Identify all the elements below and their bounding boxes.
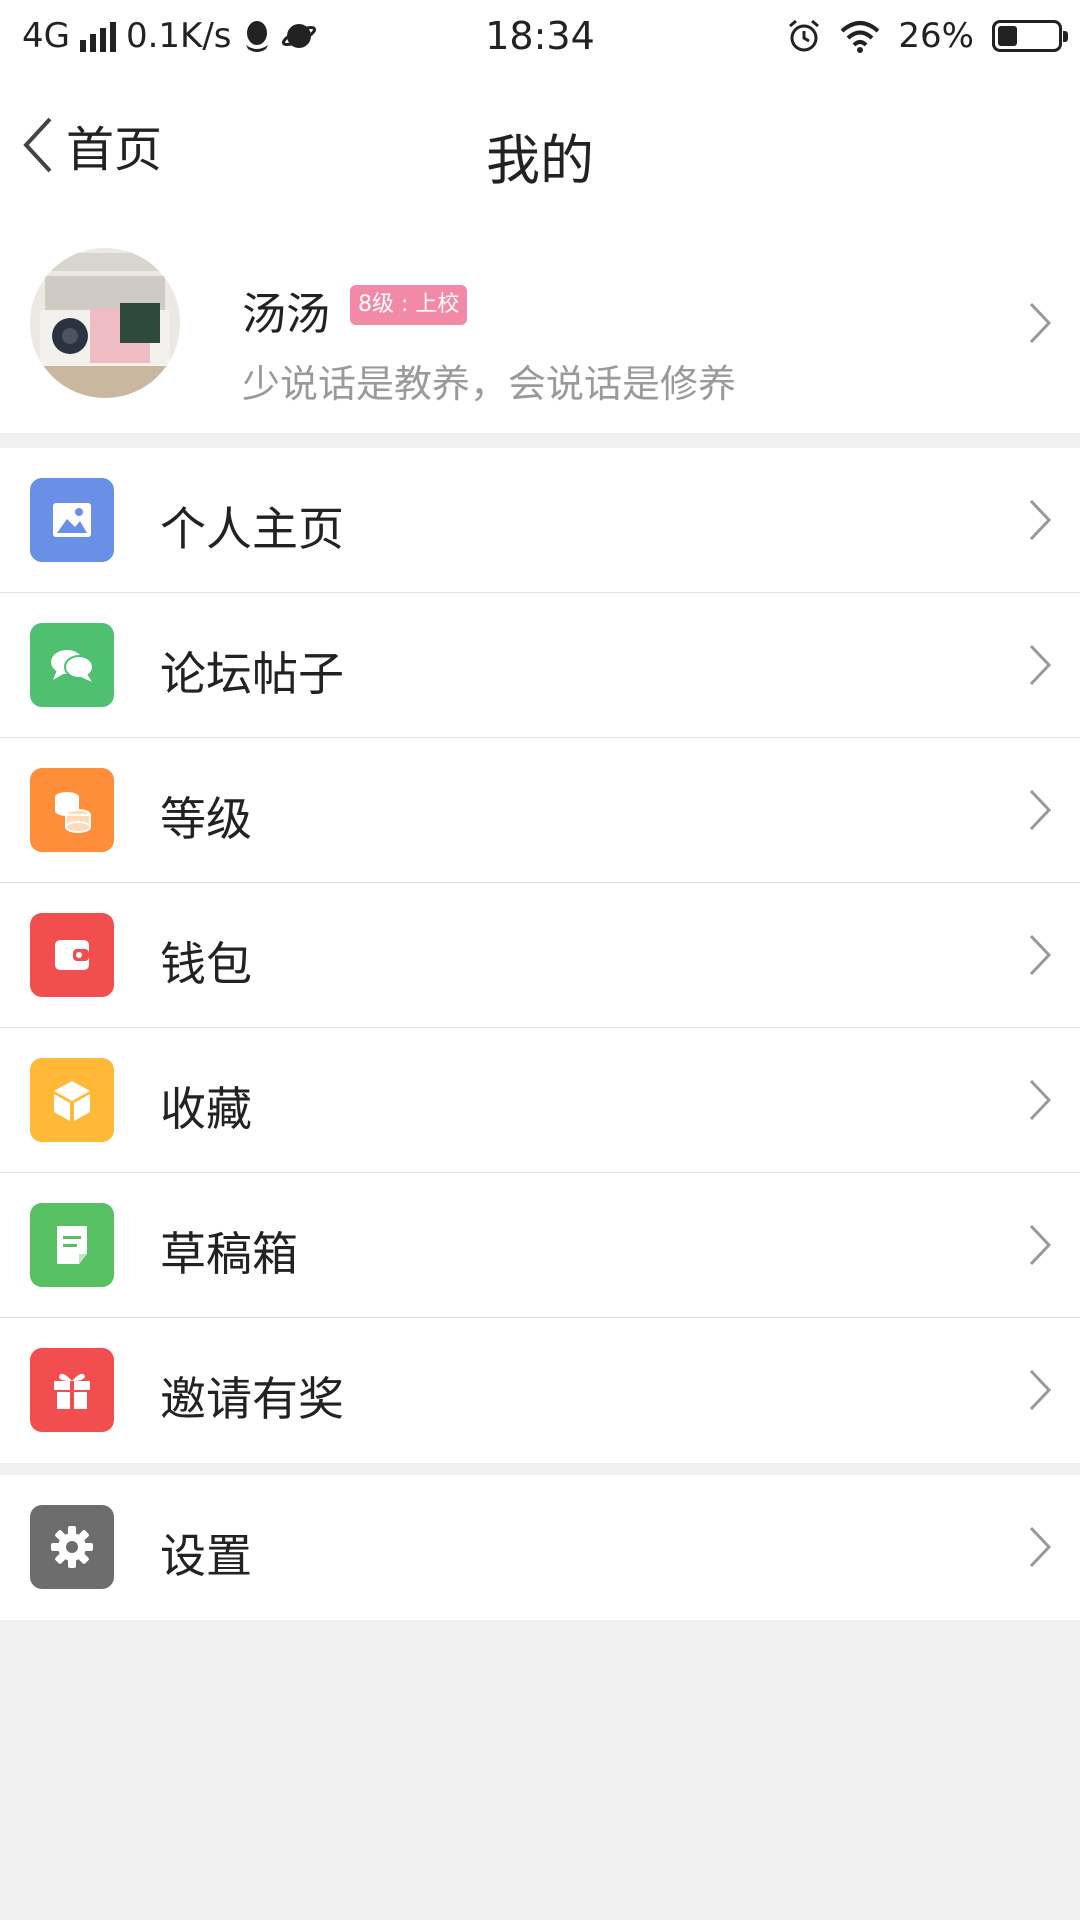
menu-label: 个人主页 xyxy=(160,502,344,556)
status-right: 26% xyxy=(786,16,1068,56)
menu-item-invite-rewards[interactable]: 邀请有奖 xyxy=(0,1318,1080,1463)
draft-icon xyxy=(30,1203,114,1287)
menu-item-level[interactable]: 等级 xyxy=(0,738,1080,883)
level-badge: 8级 : 上校 xyxy=(350,285,468,325)
chevron-right-icon xyxy=(1029,499,1052,541)
menu-item-drafts[interactable]: 草稿箱 xyxy=(0,1173,1080,1318)
wifi-icon xyxy=(841,21,880,53)
chevron-right-icon xyxy=(1029,789,1052,831)
avatar xyxy=(30,248,180,398)
chevron-right-icon xyxy=(1029,1224,1052,1266)
screen: 4G 0.1K/s 18:34 26% 首页 我的 汤汤 8级: 上校 少说话… xyxy=(0,0,1080,1920)
profile-card[interactable]: 汤汤 8级 : 上校 少说话是教养，会说话是修养 xyxy=(0,213,1080,433)
box-icon xyxy=(30,1058,114,1142)
chevron-right-icon xyxy=(1029,934,1052,976)
battery-fill xyxy=(998,26,1017,46)
gear-icon xyxy=(30,1505,114,1589)
menu-label: 设置 xyxy=(160,1529,252,1583)
chevron-right-icon xyxy=(1029,1079,1052,1121)
menu-list: 个人主页 论坛帖子 等级 钱包 收藏 草稿箱 邀请有奖 xyxy=(0,448,1080,1463)
nav-bar: 首页 我的 xyxy=(0,78,1080,213)
coins-icon xyxy=(30,768,114,852)
menu-item-personal-page[interactable]: 个人主页 xyxy=(0,448,1080,593)
chat-bubbles-icon xyxy=(30,623,114,707)
user-name: 汤汤 xyxy=(242,289,330,340)
chevron-right-icon xyxy=(1029,644,1052,686)
status-bar: 4G 0.1K/s 18:34 26% xyxy=(0,0,1080,78)
gift-icon xyxy=(30,1348,114,1432)
chevron-right-icon xyxy=(1029,302,1052,344)
alarm-icon xyxy=(789,19,820,52)
menu-label: 等级 xyxy=(160,792,252,846)
chevron-right-icon xyxy=(1029,1369,1052,1411)
menu-item-settings[interactable]: 设置 xyxy=(0,1475,1080,1620)
menu-label: 收藏 xyxy=(160,1082,252,1136)
wallet-icon xyxy=(30,913,114,997)
battery-percent: 26% xyxy=(898,16,974,56)
battery-icon xyxy=(992,20,1068,52)
user-signature: 少说话是教养，会说话是修养 xyxy=(242,362,737,406)
chevron-right-icon xyxy=(1029,1526,1052,1568)
menu-label: 论坛帖子 xyxy=(160,647,344,701)
menu-label: 邀请有奖 xyxy=(160,1372,344,1426)
menu-item-wallet[interactable]: 钱包 xyxy=(0,883,1080,1028)
menu-label: 草稿箱 xyxy=(160,1227,298,1281)
image-icon xyxy=(30,478,114,562)
menu-item-favorites[interactable]: 收藏 xyxy=(0,1028,1080,1173)
menu-item-forum-posts[interactable]: 论坛帖子 xyxy=(0,593,1080,738)
page-title: 我的 xyxy=(486,129,594,192)
menu-label: 钱包 xyxy=(160,937,252,991)
settings-group: 设置 xyxy=(0,1475,1080,1620)
